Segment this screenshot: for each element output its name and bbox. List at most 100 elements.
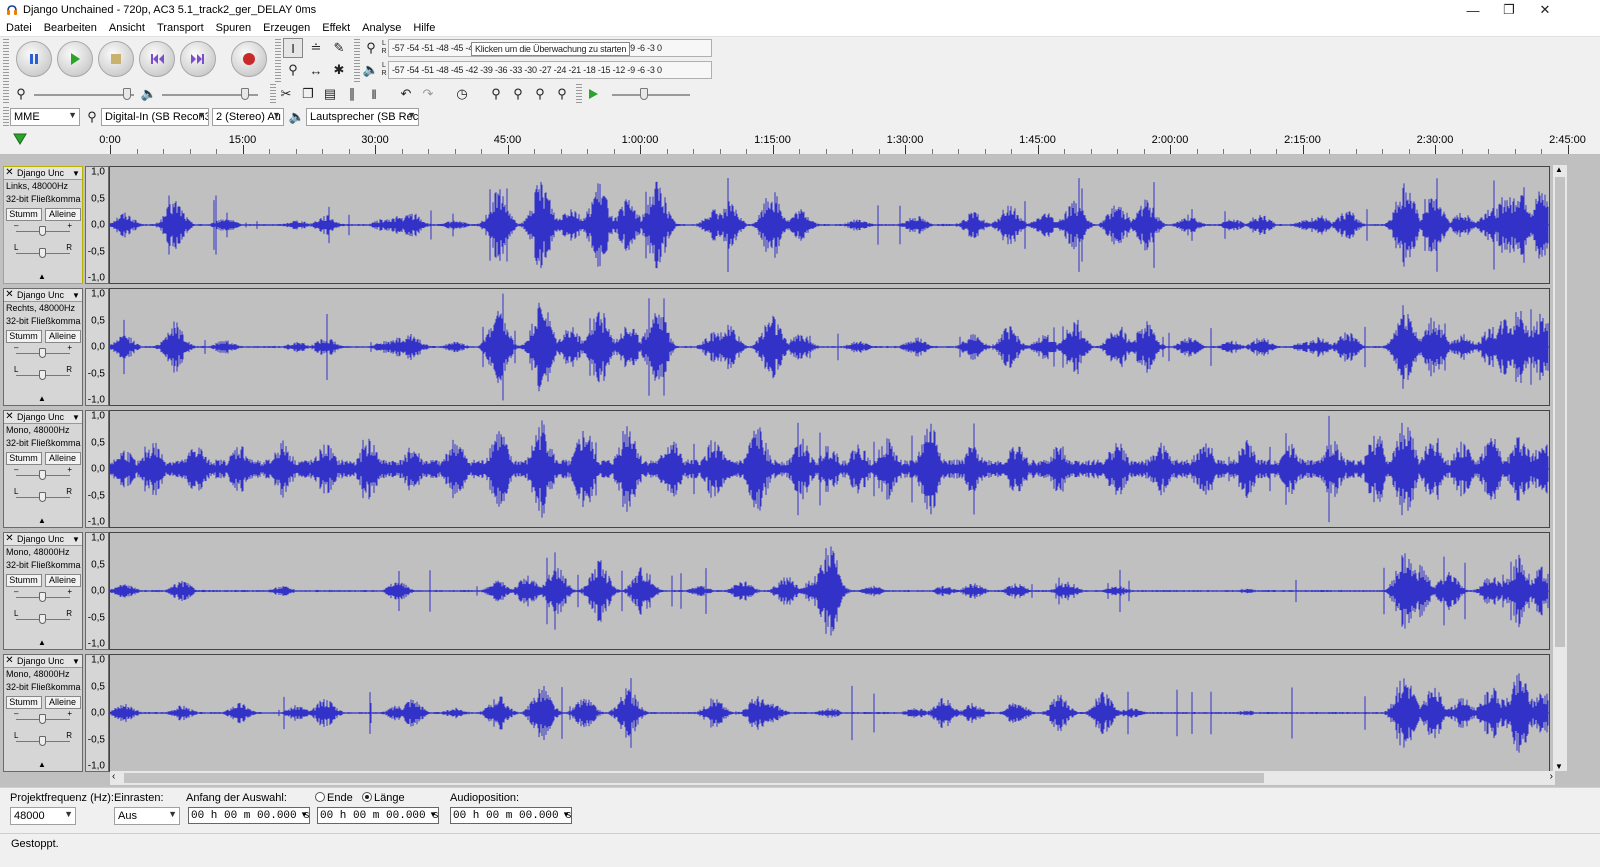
silence-icon[interactable]: ‖ <box>364 84 384 104</box>
skip-to-end-button[interactable] <box>180 41 216 77</box>
solo-button[interactable]: Alleine <box>44 208 81 221</box>
chevron-down-icon[interactable]: ▼ <box>72 535 82 544</box>
maximize-icon[interactable]: ❐ <box>1492 0 1526 20</box>
project-rate-select[interactable]: 48000 ▼ <box>10 807 76 825</box>
collapse-icon[interactable]: ▲ <box>38 272 46 281</box>
waveform-area[interactable] <box>109 532 1550 650</box>
mute-button[interactable]: Stumm <box>5 452 42 465</box>
gain-thumb[interactable] <box>39 226 46 236</box>
toolbar-grip[interactable] <box>3 84 9 104</box>
track-control-panel[interactable]: ✕ Django Unc ▼ Links, 48000Hz 32-bit Fließko… <box>3 166 83 284</box>
redo-icon[interactable]: ↷ <box>418 84 438 104</box>
stop-button[interactable] <box>98 41 134 77</box>
fit-selection-icon[interactable]: ⚲ <box>530 84 550 104</box>
menu-erzeugen[interactable]: Erzeugen <box>257 22 316 34</box>
record-button[interactable] <box>231 41 267 77</box>
track-name-button[interactable]: Django Unc <box>15 534 72 544</box>
menu-analyse[interactable]: Analyse <box>356 22 407 34</box>
play-button[interactable] <box>57 41 93 77</box>
audio-position-time[interactable]: 00 h 00 m 00.000 s ▼ <box>450 807 572 824</box>
track-control-panel[interactable]: ✕ Django Unc ▼ Mono, 48000Hz 32-bit Fließkom… <box>3 410 83 528</box>
paste-icon[interactable]: ▤ <box>320 84 340 104</box>
pan-thumb[interactable] <box>39 736 46 746</box>
solo-button[interactable]: Alleine <box>44 696 81 709</box>
waveform-area[interactable] <box>109 288 1550 406</box>
close-icon[interactable]: ✕ <box>1528 0 1562 20</box>
solo-button[interactable]: Alleine <box>44 574 81 587</box>
undo-icon[interactable]: ↶ <box>396 84 416 104</box>
selection-tool-icon[interactable]: I <box>283 38 303 58</box>
toolbar-grip[interactable] <box>275 39 281 83</box>
record-volume-slider[interactable] <box>34 84 134 104</box>
pause-button[interactable] <box>16 41 52 77</box>
menu-datei[interactable]: Datei <box>0 22 38 34</box>
pan-thumb[interactable] <box>39 248 46 258</box>
close-icon[interactable]: ✕ <box>4 289 15 301</box>
gain-thumb[interactable] <box>39 470 46 480</box>
copy-icon[interactable]: ❐ <box>298 84 318 104</box>
audio-host-select[interactable]: MME ▼ <box>10 108 80 126</box>
pin-head-icon[interactable] <box>13 132 27 146</box>
sync-lock-icon[interactable]: ◷ <box>452 84 472 104</box>
gain-thumb[interactable] <box>39 348 46 358</box>
track-control-panel[interactable]: ✕ Django Unc ▼ Rechts, 48000Hz 32-bit Fließk… <box>3 288 83 406</box>
gain-slider[interactable]: – + <box>4 587 82 609</box>
audio-track[interactable]: ✕ Django Unc ▼ Mono, 48000Hz 32-bit Fließkom… <box>0 531 1600 653</box>
play-at-speed-button[interactable] <box>583 84 603 104</box>
track-control-panel[interactable]: ✕ Django Unc ▼ Mono, 48000Hz 32-bit Fließkom… <box>3 532 83 650</box>
collapse-icon[interactable]: ▲ <box>38 394 46 403</box>
close-icon[interactable]: ✕ <box>4 533 15 545</box>
length-radio-circle[interactable] <box>362 792 372 802</box>
track-control-panel[interactable]: ✕ Django Unc ▼ Mono, 48000Hz 32-bit Fließkom… <box>3 654 83 772</box>
audio-track[interactable]: ✕ Django Unc ▼ Mono, 48000Hz 32-bit Fließkom… <box>0 409 1600 531</box>
close-icon[interactable]: ✕ <box>4 167 15 179</box>
playback-volume-slider[interactable] <box>162 84 258 104</box>
record-meter[interactable]: ⚲ L R -57 -54 -51 -48 -45 -42 -39 -36 -3… <box>362 38 712 58</box>
chevron-down-icon[interactable]: ▼ <box>72 291 82 300</box>
end-radio-circle[interactable] <box>315 792 325 802</box>
audio-track[interactable]: ✕ Django Unc ▼ Rechts, 48000Hz 32-bit Fließk… <box>0 287 1600 409</box>
selection-length-time[interactable]: 00 h 00 m 00.000 s ▼ <box>317 807 439 824</box>
collapse-icon[interactable]: ▲ <box>38 516 46 525</box>
fit-project-icon[interactable]: ⚲ <box>552 84 572 104</box>
gain-slider[interactable]: – + <box>4 465 82 487</box>
menu-spuren[interactable]: Spuren <box>210 22 257 34</box>
zoom-in-icon[interactable]: ⚲ <box>486 84 506 104</box>
gain-slider[interactable]: – + <box>4 709 82 731</box>
mute-button[interactable]: Stumm <box>5 574 42 587</box>
snap-select[interactable]: Aus ▼ <box>114 807 180 825</box>
audio-track[interactable]: ✕ Django Unc ▼ Mono, 48000Hz 32-bit Fließkom… <box>0 653 1600 775</box>
solo-button[interactable]: Alleine <box>44 452 81 465</box>
pan-slider[interactable]: LR <box>4 243 82 265</box>
zoom-tool-icon[interactable]: ⚲ <box>283 60 303 80</box>
gain-slider[interactable]: – + <box>4 343 82 365</box>
gain-slider[interactable]: – + <box>4 221 82 243</box>
pan-slider[interactable]: LR <box>4 487 82 509</box>
chevron-down-icon[interactable]: ▼ <box>72 413 82 422</box>
waveform-area[interactable] <box>109 410 1550 528</box>
multi-tool-icon[interactable]: ✱ <box>329 60 349 80</box>
toolbar-grip[interactable] <box>3 107 9 127</box>
mute-button[interactable]: Stumm <box>5 330 42 343</box>
toolbar-grip[interactable] <box>3 39 9 83</box>
collapse-icon[interactable]: ▲ <box>38 760 46 769</box>
vertical-scrollbar[interactable]: ▲ ▼ <box>1553 165 1567 771</box>
close-icon[interactable]: ✕ <box>4 655 15 667</box>
trim-icon[interactable]: ∥ <box>342 84 362 104</box>
chevron-down-icon[interactable]: ▼ <box>72 657 82 666</box>
pan-slider[interactable]: LR <box>4 609 82 631</box>
zoom-out-icon[interactable]: ⚲ <box>508 84 528 104</box>
track-name-button[interactable]: Django Unc <box>15 168 72 178</box>
menu-ansicht[interactable]: Ansicht <box>103 22 151 34</box>
end-radio[interactable]: Ende <box>315 792 353 804</box>
mute-button[interactable]: Stumm <box>5 208 42 221</box>
menu-effekt[interactable]: Effekt <box>316 22 356 34</box>
chevron-down-icon[interactable]: ▼ <box>72 169 82 178</box>
menu-transport[interactable]: Transport <box>151 22 210 34</box>
input-device-select[interactable]: Digital-In (SB Recon3 ▼ <box>101 108 209 126</box>
toolbar-grip[interactable] <box>354 39 360 83</box>
track-panel[interactable]: ✕ Django Unc ▼ Links, 48000Hz 32-bit Fließko… <box>0 155 1600 788</box>
playback-meter[interactable]: 🔈 L R -57 -54 -51 -48 -45 -42 -39 -36 -3… <box>362 60 712 80</box>
mute-button[interactable]: Stumm <box>5 696 42 709</box>
skip-to-start-button[interactable] <box>139 41 175 77</box>
